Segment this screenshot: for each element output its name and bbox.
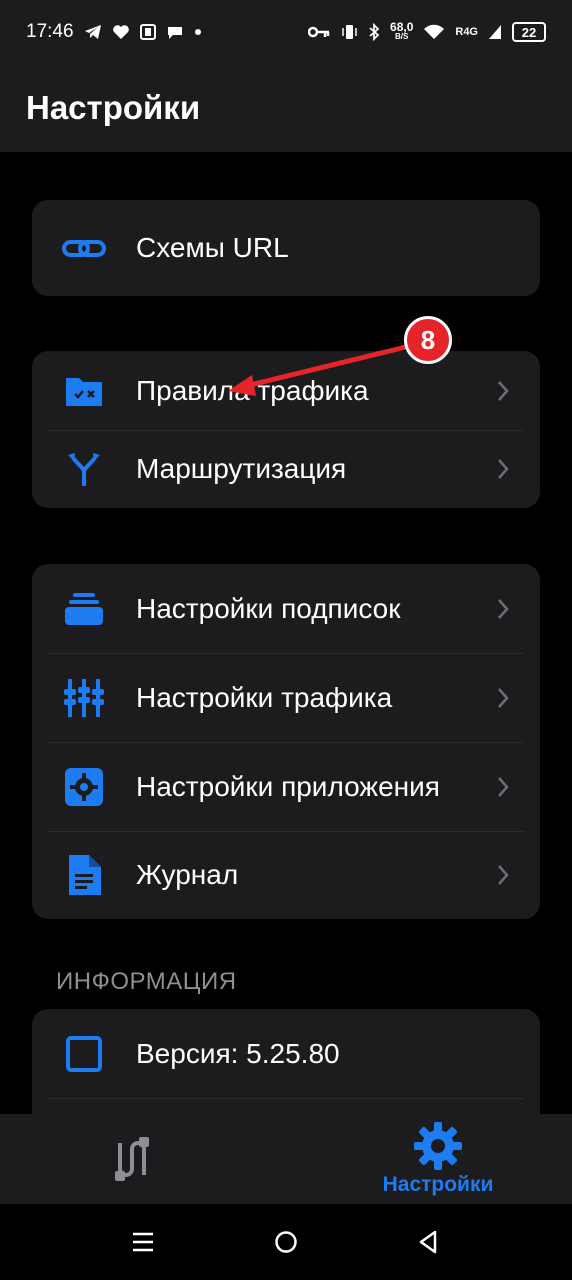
circle-icon — [275, 1231, 297, 1253]
gear-icon — [62, 765, 106, 809]
system-nav-bar — [0, 1204, 572, 1280]
chevron-right-icon — [494, 860, 512, 890]
document-icon — [62, 853, 106, 897]
battery-level: 22 — [521, 24, 537, 40]
chat-icon — [167, 27, 182, 39]
page-title: Настройки — [26, 89, 201, 126]
wifi-icon — [424, 24, 445, 39]
folder-rules-icon — [62, 369, 106, 413]
gear-icon — [414, 1122, 462, 1170]
version-item[interactable]: Версия: 5.25.80 — [32, 1009, 540, 1098]
log-item[interactable]: Журнал — [32, 831, 540, 919]
equalizer-icon — [62, 676, 106, 720]
traffic-settings-label: Настройки трафика — [136, 681, 393, 713]
subscription-settings-label: Настройки подписок — [136, 592, 401, 624]
net-speed-unit: B/S — [395, 32, 409, 41]
link-icon — [62, 226, 106, 270]
subscription-settings-item[interactable]: Настройки подписок — [32, 564, 540, 653]
app-settings-item[interactable]: Настройки приложения — [32, 742, 540, 831]
card-info: Версия: 5.25.80 — [32, 1009, 540, 1114]
connection-icon — [115, 1137, 149, 1181]
back-triangle-icon — [419, 1230, 437, 1254]
telegram-icon — [84, 25, 101, 39]
tab-settings-label: Настройки — [382, 1173, 494, 1196]
app-settings-label: Настройки приложения — [136, 770, 440, 802]
chevron-right-icon — [494, 772, 512, 802]
bottom-tab-bar: Настройки — [0, 1114, 572, 1204]
dot-icon — [194, 29, 201, 35]
url-schemes-item[interactable]: Схемы URL — [32, 200, 540, 296]
chevron-right-icon — [494, 594, 512, 624]
log-label: Журнал — [136, 859, 239, 890]
app-bar: Настройки — [0, 64, 572, 152]
subscriptions-icon — [62, 587, 106, 631]
status-time: 17:46 — [26, 21, 74, 42]
routing-item[interactable]: Маршрутизация — [32, 430, 540, 508]
chevron-right-icon — [494, 376, 512, 406]
annotation-badge-number: 8 — [420, 324, 436, 355]
status-bar-left: 17:46 — [26, 21, 202, 43]
card-rules: Правила трафика Маршрутизация — [32, 351, 540, 508]
status-bar-right: 68,0 B/S R4G 22 — [308, 20, 546, 42]
nfc-icon — [139, 24, 156, 40]
traffic-rules-label: Правила трафика — [136, 374, 369, 406]
square-icon — [62, 1032, 106, 1076]
traffic-rules-item[interactable]: Правила трафика — [32, 351, 540, 430]
recent-apps-button[interactable] — [123, 1222, 163, 1262]
net-speed: 68,0 B/S — [390, 20, 414, 42]
traffic-settings-item[interactable]: Настройки трафика — [32, 653, 540, 742]
back-button[interactable] — [408, 1222, 448, 1262]
key-icon — [308, 26, 330, 38]
vibrate-icon — [342, 25, 357, 39]
signal-icon — [489, 25, 501, 39]
tab-connection[interactable] — [86, 1114, 176, 1204]
card-settings: Настройки подписок Настройки трафика Нас… — [32, 564, 540, 919]
routing-icon — [62, 447, 106, 491]
bluetooth-icon — [369, 23, 380, 41]
card-url: Схемы URL — [32, 200, 540, 296]
divider — [48, 1098, 524, 1099]
info-section-title: ИНФОРМАЦИЯ — [56, 968, 237, 995]
network-type: R4G — [455, 26, 478, 38]
heart-icon — [112, 25, 129, 39]
routing-label: Маршрутизация — [136, 453, 347, 484]
chevron-right-icon — [494, 454, 512, 484]
status-bar: 17:46 68,0 B/S R4G 22 — [0, 0, 572, 64]
version-label: Версия: 5.25.80 — [136, 1037, 340, 1069]
chevron-right-icon — [494, 683, 512, 713]
tab-settings[interactable]: Настройки — [372, 1114, 504, 1204]
menu-icon — [133, 1232, 153, 1252]
annotation-badge: 8 — [404, 316, 452, 364]
home-button[interactable] — [266, 1222, 306, 1262]
net-speed-value: 68,0 — [390, 20, 414, 34]
battery-icon: 22 — [512, 22, 546, 42]
url-schemes-label: Схемы URL — [136, 232, 289, 263]
